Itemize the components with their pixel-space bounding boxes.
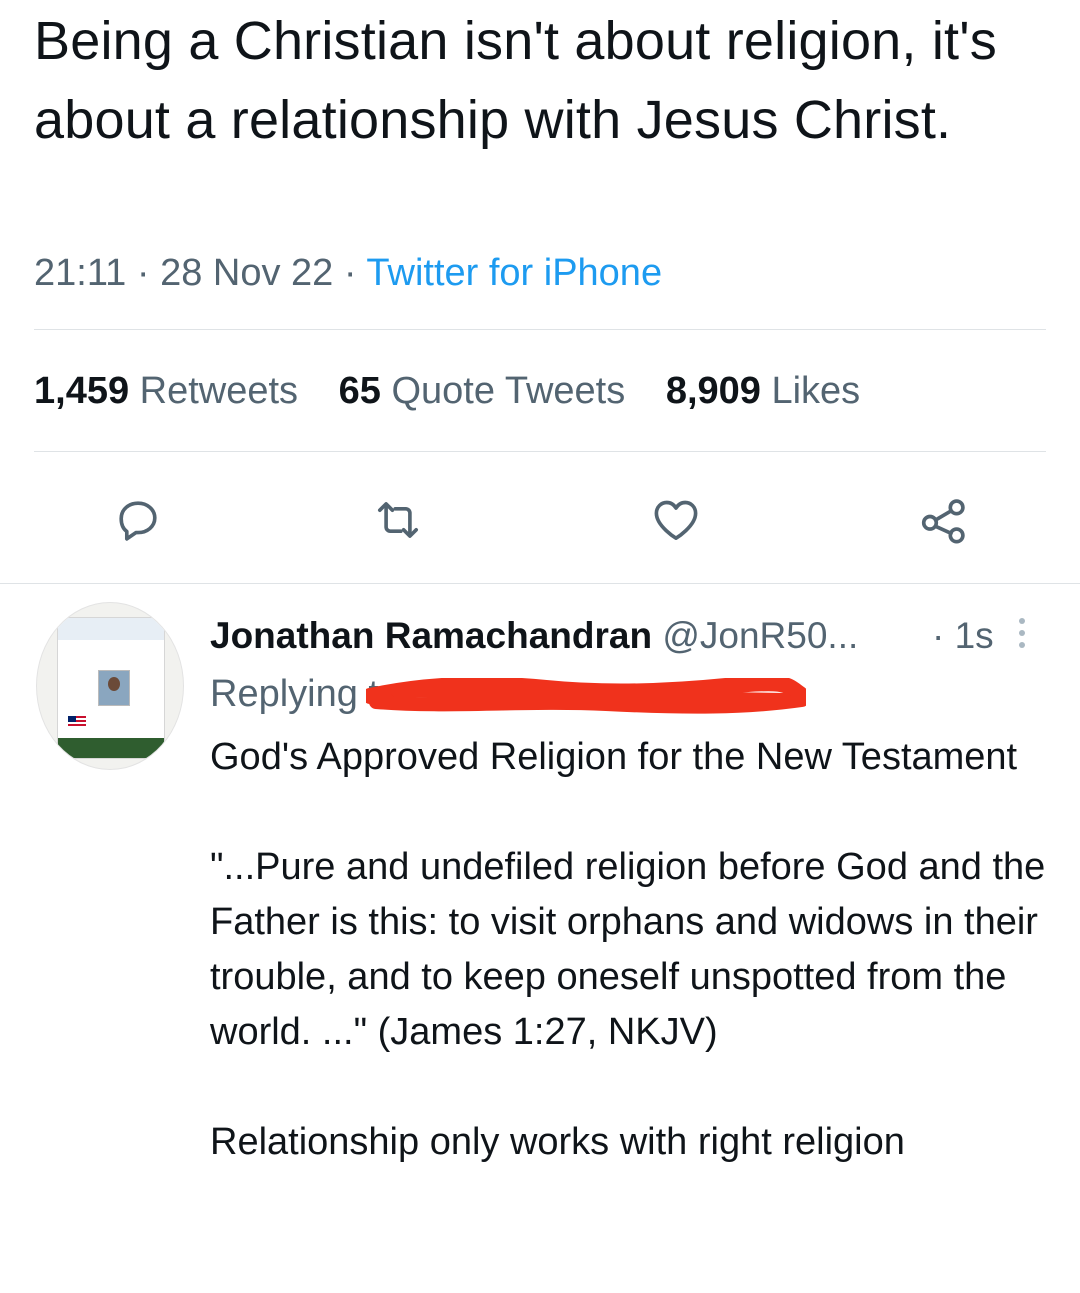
id-card-image (57, 617, 165, 759)
tweet-source-link[interactable]: Twitter for iPhone (366, 252, 662, 294)
tweet-date: 28 Nov 22 (160, 252, 334, 294)
retweet-button[interactable] (368, 490, 428, 550)
divider (34, 329, 1046, 330)
reply-text: God's Approved Religion for the New Test… (210, 736, 1046, 1163)
meta-separator: · (136, 252, 150, 294)
tweet-text: Being a Christian isn't about religion, … (34, 11, 997, 150)
reply-header: Jonathan Ramachandran @JonR50... · 1s (210, 612, 1050, 660)
reply-icon (119, 501, 157, 541)
tweet-time: 21:11 (34, 252, 127, 294)
heart-icon (654, 500, 698, 541)
author-name[interactable]: Jonathan Ramachandran (210, 615, 652, 656)
reply-button[interactable] (108, 490, 168, 550)
author-handle[interactable]: @JonR50... (662, 615, 858, 656)
retweet-icon (377, 502, 419, 538)
replying-to: Replying to (210, 670, 1050, 718)
tweet-stats: 1,459 Retweets 65 Quote Tweets 8,909 Lik… (34, 368, 890, 414)
retweets-count: 1,459 (34, 370, 130, 412)
likes-label: Likes (771, 370, 861, 412)
reply-tweet[interactable]: Jonathan Ramachandran @JonR50... · 1s Re… (210, 612, 1050, 1170)
redaction-scribble (366, 678, 806, 714)
quote-tweets-label: Quote Tweets (391, 370, 626, 412)
likes-count: 8,909 (665, 370, 761, 412)
tweet-meta: 21:11 · 28 Nov 22 · Twitter for iPhone (34, 250, 662, 296)
retweets-label: Retweets (139, 370, 299, 412)
quote-tweets-stat[interactable]: 65 Quote Tweets (339, 368, 626, 414)
avatar[interactable] (36, 602, 184, 770)
divider (34, 451, 1046, 452)
more-options-icon[interactable] (1012, 618, 1032, 656)
tweet-detail-page: Being a Christian isn't about religion, … (0, 0, 1080, 1293)
likes-stat[interactable]: 8,909 Likes (666, 368, 860, 414)
meta-separator: · (343, 252, 357, 294)
divider (0, 583, 1080, 584)
reply-time: · 1s (932, 615, 994, 656)
tweet-actions (0, 490, 1080, 550)
share-button[interactable] (914, 490, 974, 550)
retweets-stat[interactable]: 1,459 Retweets (34, 368, 298, 414)
quote-tweets-count: 65 (338, 370, 381, 412)
like-button[interactable] (646, 490, 706, 550)
share-icon (921, 499, 965, 544)
